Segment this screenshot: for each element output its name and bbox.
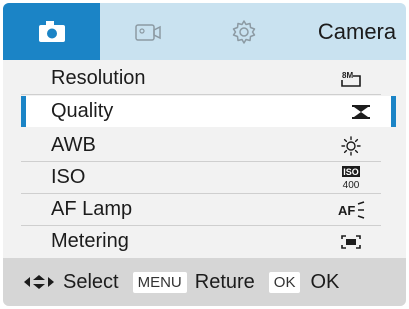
tab-bar: Camera [3,3,406,60]
menu-item-resolution[interactable]: Resolution 8M [21,63,381,94]
divider [21,94,381,95]
tab-setup[interactable] [196,3,292,60]
menu-item-quality[interactable]: Quality [21,96,396,127]
svg-text:AF: AF [338,203,355,218]
quality-fine-icon [331,104,391,120]
af-lamp-icon: AF [321,200,381,219]
tab-camera[interactable] [3,3,100,60]
camera-icon [38,20,65,42]
iso-400-icon: ISO 400 [321,165,381,190]
menu-item-awb[interactable]: AWB [21,130,381,161]
svg-text:400: 400 [343,180,360,190]
return-hint-label: Reture [194,270,255,293]
svg-text:ISO: ISO [343,167,359,177]
resolution-8m-icon: 8M [321,70,381,88]
menu-item-label: ISO [51,166,86,188]
svg-text:8M: 8M [342,71,353,80]
menu-item-iso[interactable]: ISO ISO 400 [21,162,381,193]
page-title: Camera [317,18,397,44]
metering-icon [321,234,381,250]
tab-video[interactable] [100,3,196,60]
menu-item-metering[interactable]: Metering [21,226,381,257]
hint-bar: Select MENU Reture OK OK [3,258,406,306]
video-icon [135,23,161,41]
menu-key-badge: MENU [132,271,187,293]
ok-hint-label: OK [310,270,340,293]
camera-menu-screen: Camera Resolution 8M Quality AWB ISO ISO… [3,3,406,306]
sun-icon [321,135,381,156]
direction-arrows-icon [23,274,55,290]
menu-item-label: Metering [51,230,129,252]
menu-item-label: AWB [51,134,96,156]
menu-item-label: Resolution [51,67,146,89]
select-hint-label: Select [63,270,119,293]
gear-icon [232,19,256,44]
ok-key-badge: OK [268,271,301,293]
menu-item-label: AF Lamp [51,198,133,220]
menu-item-af-lamp[interactable]: AF Lamp AF [21,194,381,225]
menu-item-label: Quality [51,100,114,122]
